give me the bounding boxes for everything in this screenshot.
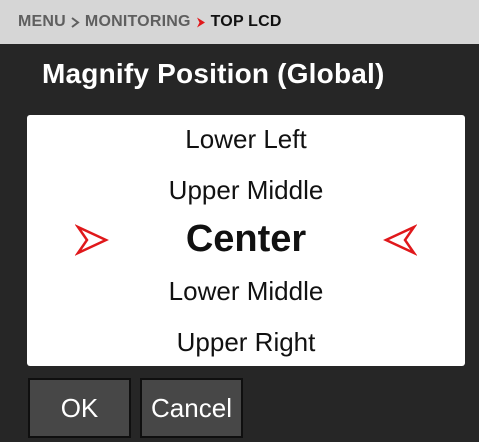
breadcrumb-item-top-lcd: TOP LCD <box>210 13 282 30</box>
cancel-button[interactable]: Cancel <box>140 378 243 438</box>
option-lower-middle[interactable]: Lower Middle <box>27 276 465 307</box>
breadcrumb-item-monitoring[interactable]: MONITORING <box>85 13 191 31</box>
red-chevron-right-icon <box>196 17 206 28</box>
breadcrumb-item-menu[interactable]: MENU <box>18 13 66 31</box>
option-upper-middle[interactable]: Upper Middle <box>27 175 465 206</box>
chevron-right-icon <box>71 16 80 28</box>
option-upper-right[interactable]: Upper Right <box>27 327 465 358</box>
page-title: Magnify Position (Global) <box>42 58 385 89</box>
position-selector-list[interactable]: Lower Left Upper Middle Center Lower Mid… <box>27 115 465 366</box>
lcd-screen: MENU MONITORING TOP LCD Magnify Position… <box>0 0 479 442</box>
breadcrumb: MENU MONITORING TOP LCD <box>0 0 479 44</box>
selection-pointer-left-icon <box>383 223 418 257</box>
ok-button[interactable]: OK <box>28 378 131 438</box>
option-lower-left[interactable]: Lower Left <box>27 124 465 155</box>
